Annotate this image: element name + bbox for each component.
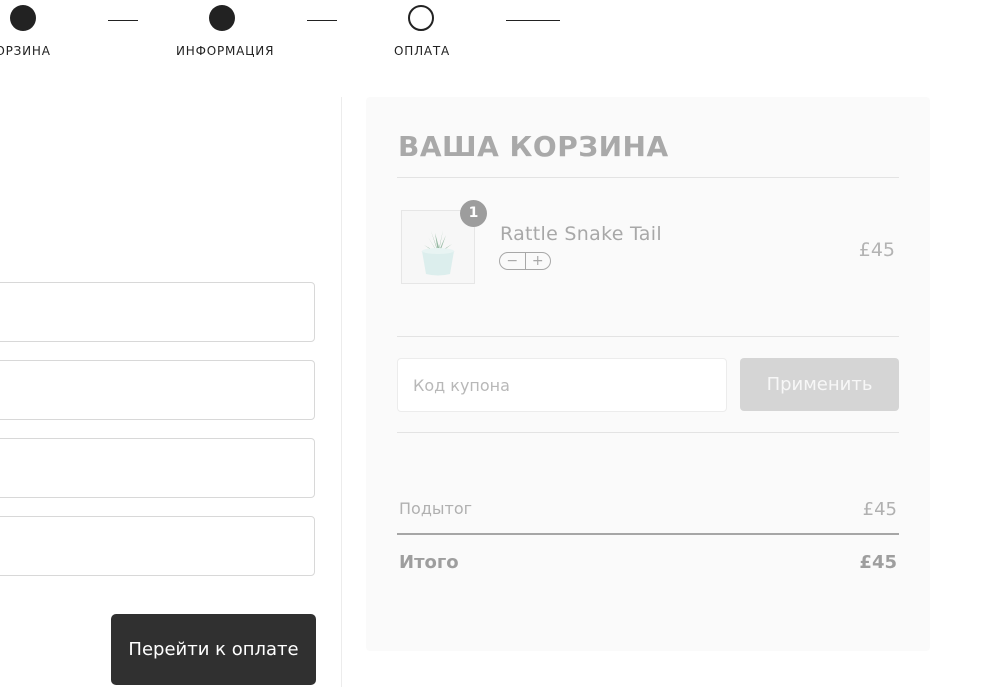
plus-icon[interactable]: + bbox=[524, 253, 551, 269]
step-payment-dot bbox=[408, 5, 434, 31]
divider bbox=[397, 177, 899, 178]
step-payment-label: ОПЛАТА bbox=[394, 44, 451, 58]
product-price: £45 bbox=[858, 239, 895, 261]
divider bbox=[397, 432, 899, 433]
subtotal-value: £45 bbox=[862, 499, 897, 520]
product-name: Rattle Snake Tail bbox=[500, 223, 662, 245]
step-connector bbox=[506, 20, 560, 21]
subtotal-label: Подытог bbox=[399, 499, 473, 518]
minus-icon[interactable]: − bbox=[500, 253, 525, 269]
quantity-badge: 1 bbox=[460, 200, 487, 227]
coupon-input[interactable] bbox=[397, 358, 727, 412]
form-field-2[interactable] bbox=[0, 360, 315, 420]
step-connector bbox=[108, 20, 138, 21]
step-cart-label: КОРЗИНА bbox=[0, 44, 51, 58]
column-divider bbox=[341, 97, 342, 687]
cart-title: ВАША КОРЗИНА bbox=[398, 130, 669, 163]
total-label: Итого bbox=[399, 552, 459, 573]
checkout-page: КОРЗИНА ИНФОРМАЦИЯ ОПЛАТА Перейти к опла… bbox=[0, 0, 1007, 696]
step-information-label: ИНФОРМАЦИЯ bbox=[176, 44, 275, 58]
form-field-3[interactable] bbox=[0, 438, 315, 498]
total-divider bbox=[397, 533, 899, 535]
step-cart-dot bbox=[10, 5, 36, 31]
step-connector bbox=[307, 20, 337, 21]
step-information-dot bbox=[209, 5, 235, 31]
apply-coupon-button[interactable]: Применить bbox=[740, 358, 899, 411]
divider bbox=[397, 336, 899, 337]
cart-summary: ВАША КОРЗИНА 1 Rattle Snake Tail − + £45… bbox=[366, 97, 930, 651]
form-field-1[interactable] bbox=[0, 282, 315, 342]
total-value: £45 bbox=[859, 552, 897, 573]
quantity-stepper: − + bbox=[499, 252, 551, 270]
proceed-to-payment-button[interactable]: Перейти к оплате bbox=[111, 614, 316, 685]
form-field-4[interactable] bbox=[0, 516, 315, 576]
